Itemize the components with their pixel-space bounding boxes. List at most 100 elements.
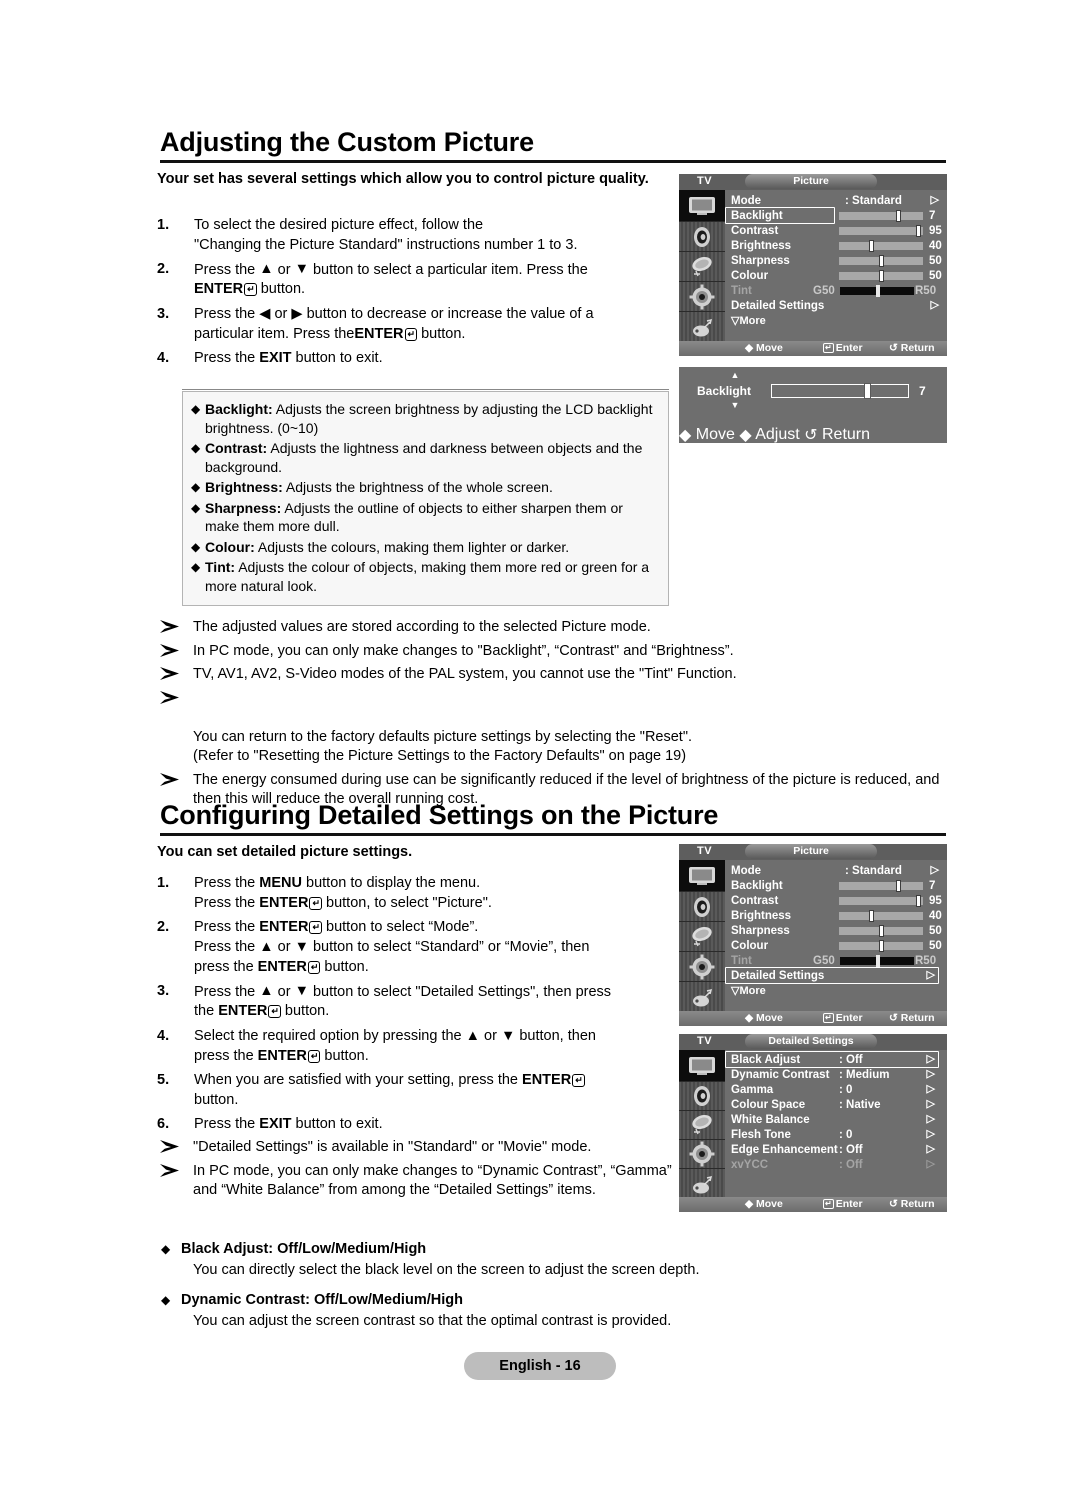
option-body: You can directly select the black level …: [193, 1262, 700, 1278]
diamond-bullet-icon: ◆: [191, 500, 201, 515]
osd-row-gamma[interactable]: Gamma : 0 ▷: [727, 1082, 943, 1097]
rail-item-picture[interactable]: [679, 860, 725, 892]
osd-row-label: Colour: [731, 939, 769, 952]
osd-source-label: TV: [697, 175, 713, 187]
step-line: Press the ◀ or ▶ button to decrease or i…: [194, 305, 594, 323]
footer-move[interactable]: ◆ Move: [745, 342, 783, 354]
footer-return[interactable]: ↺ Return: [804, 426, 870, 444]
footer-move[interactable]: ◆ Move: [745, 1198, 783, 1210]
osd-row-tint[interactable]: Tint G50 R50: [727, 283, 943, 298]
slider-knob[interactable]: [869, 239, 874, 252]
osd-row-label: Brightness: [731, 909, 792, 922]
up-arrow-icon[interactable]: ▲: [727, 371, 743, 380]
rail-item-sound[interactable]: [679, 222, 725, 252]
slider-brightness[interactable]: [839, 909, 923, 922]
osd-row-black-adjust[interactable]: Black Adjust : Off ▷: [725, 1051, 943, 1068]
footer-return[interactable]: ↺ Return: [889, 342, 935, 354]
slider-knob[interactable]: [879, 269, 884, 282]
osd-row-contrast[interactable]: Contrast 95: [727, 893, 943, 908]
slider-sharpness[interactable]: [839, 254, 923, 267]
slider-colour[interactable]: [839, 269, 923, 282]
rail-item-picture[interactable]: [679, 1050, 725, 1082]
rail-item-input[interactable]: [679, 312, 725, 342]
slider-knob[interactable]: [896, 209, 901, 222]
slider-knob[interactable]: [864, 383, 871, 399]
osd-row-brightness[interactable]: Brightness 40: [727, 908, 943, 923]
footer-adjust[interactable]: ◆ Adjust: [739, 426, 799, 444]
rail-item-setup[interactable]: [679, 952, 725, 982]
slider-knob[interactable]: [879, 924, 884, 937]
rail-item-setup[interactable]: [679, 282, 725, 312]
osd-row-label: Dynamic Contrast: [731, 1068, 830, 1081]
popup-value: 7: [919, 384, 926, 398]
step-line-tail: button.: [280, 1003, 330, 1020]
footer-enter[interactable]: ↵ Enter: [823, 1012, 863, 1024]
slider-colour[interactable]: [839, 939, 923, 952]
footer-enter[interactable]: ↵ Enter: [823, 342, 863, 354]
slider-backlight[interactable]: [839, 879, 923, 892]
slider-knob[interactable]: [879, 939, 884, 952]
osd-row-mode[interactable]: Mode : Standard ▷: [727, 863, 943, 878]
note-text: You can return to the factory defaults p…: [193, 728, 693, 765]
rail-item-input[interactable]: [679, 982, 725, 1012]
rail-item-sound[interactable]: [679, 892, 725, 922]
osd-row-more[interactable]: ▽More: [727, 983, 943, 998]
slider-knob[interactable]: [869, 909, 874, 922]
footer-return[interactable]: ↺ Return: [889, 1198, 935, 1210]
osd-row-edge-enhancement[interactable]: Edge Enhancement : Off ▷: [727, 1142, 943, 1157]
footer-enter[interactable]: ↵ Enter: [823, 1198, 863, 1210]
popup-body: ▲ Backlight ▼ 7: [679, 367, 947, 425]
osd-row-detailed-settings[interactable]: Detailed Settings ▷: [725, 967, 943, 984]
osd-footer-detailed: ◆ Move ↵ Enter ↺ Return: [679, 1197, 947, 1212]
osd-row-tint[interactable]: Tint G50 R50: [727, 953, 943, 968]
slider-tint[interactable]: [840, 284, 914, 297]
slider-contrast[interactable]: [839, 894, 923, 907]
rail-item-channel[interactable]: [679, 1111, 725, 1140]
slider-sharpness[interactable]: [839, 924, 923, 937]
rail-item-setup[interactable]: [679, 1140, 725, 1169]
osd-row-white-balance[interactable]: White Balance ▷: [727, 1112, 943, 1127]
rail-item-channel[interactable]: [679, 922, 725, 952]
osd-row-xvycc[interactable]: xvYCC : Off ▷: [727, 1157, 943, 1172]
footer-move[interactable]: ◆ Move: [679, 426, 735, 444]
osd-row-label: Detailed Settings: [731, 969, 825, 982]
osd-row-colour-space[interactable]: Colour Space : Native ▷: [727, 1097, 943, 1112]
rail-item-input[interactable]: [679, 1169, 725, 1198]
osd-row-more[interactable]: ▽More: [727, 313, 943, 328]
enter-button-ref: ENTER ↵: [259, 894, 322, 911]
osd-row-mode[interactable]: Mode : Standard ▷: [727, 193, 943, 208]
osd-row-label: Sharpness: [731, 924, 790, 937]
osd-row-flesh-tone[interactable]: Flesh Tone : 0 ▷: [727, 1127, 943, 1142]
rail-item-channel[interactable]: [679, 252, 725, 282]
rail-item-picture[interactable]: [679, 190, 725, 222]
rail-item-sound[interactable]: [679, 1082, 725, 1111]
footer-move[interactable]: ◆ Move: [745, 1012, 783, 1024]
osd-row-colour[interactable]: Colour 50: [727, 938, 943, 953]
osd-row-dynamic-contrast[interactable]: Dynamic Contrast : Medium ▷: [727, 1067, 943, 1082]
slider-backlight[interactable]: [839, 209, 923, 222]
updown-arrows-icon: ◆: [745, 1012, 754, 1025]
footer-return[interactable]: ↺ Return: [889, 1012, 935, 1024]
osd-row-detailed-settings[interactable]: Detailed Settings ▷: [727, 298, 943, 313]
slider-knob[interactable]: [876, 284, 880, 297]
slider-knob[interactable]: [876, 954, 880, 967]
osd-row-backlight[interactable]: Backlight 7: [725, 207, 943, 224]
note-item: In PC mode, you can only make changes to…: [155, 1162, 675, 1201]
osd-row-brightness[interactable]: Brightness 40: [727, 238, 943, 253]
osd-row-sharpness[interactable]: Sharpness 50: [727, 923, 943, 938]
osd-row-value: 50: [929, 939, 942, 952]
slider-knob[interactable]: [916, 894, 921, 907]
slider-knob[interactable]: [916, 224, 921, 237]
osd-row-colour[interactable]: Colour 50: [727, 268, 943, 283]
slider-brightness[interactable]: [839, 239, 923, 252]
osd-row-contrast[interactable]: Contrast 95: [727, 223, 943, 238]
slider-contrast[interactable]: [839, 224, 923, 237]
osd-row-backlight[interactable]: Backlight 7: [727, 878, 943, 893]
osd-row-sharpness[interactable]: Sharpness 50: [727, 253, 943, 268]
osd-row-value: 7: [929, 209, 936, 222]
slider-knob[interactable]: [879, 254, 884, 267]
slider-tint[interactable]: [840, 954, 914, 967]
slider-backlight-popup[interactable]: [771, 383, 909, 399]
slider-knob[interactable]: [896, 879, 901, 892]
down-arrow-icon[interactable]: ▼: [727, 401, 743, 410]
